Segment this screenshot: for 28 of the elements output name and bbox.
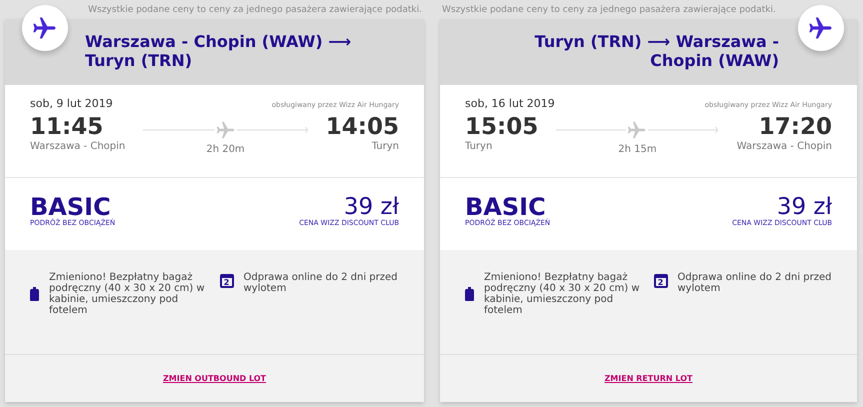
arrival-airport: Turyn bbox=[370, 141, 399, 152]
price: 39 zł bbox=[344, 195, 399, 219]
flight-duration: 2h 15m bbox=[618, 144, 657, 155]
departure-airport: Turyn bbox=[465, 141, 494, 152]
arrival-airport: Warszawa - Chopin bbox=[736, 141, 832, 152]
price-note: Wszystkie podane ceny to ceny za jednego pasażera zawierające podatki. bbox=[441, 4, 777, 17]
feature-text: Odprawa online do 2 dni przed wylotem bbox=[244, 272, 399, 294]
change-flight-link[interactable]: ZMIEN RETURN LOT bbox=[604, 374, 692, 383]
change-flight-link[interactable]: ZMIEN OUTBOUND LOT bbox=[162, 374, 266, 383]
fare-name: BASIC bbox=[465, 195, 546, 219]
calendar-icon: 2 bbox=[220, 274, 234, 288]
feature-text: Odprawa online do 2 dni przed wylotem bbox=[678, 272, 832, 294]
feature-text: Zmieniono! Bezpłatny bagaż podręczny (40 x 30 x 20 cm) w kabinie, umieszczony pod fotelem bbox=[484, 272, 641, 316]
feature-text: Zmieniono! Bezpłatny bagaż podręczny (40 x 30 x 20 cm) w kabinie, umieszczony pod fotelem bbox=[49, 272, 206, 316]
arrival-time: 17:20 bbox=[758, 113, 832, 141]
price: 39 zł bbox=[776, 195, 832, 219]
flight-duration: 2h 20m bbox=[206, 144, 245, 155]
flight-date: sob, 9 lut 2019 bbox=[30, 97, 113, 110]
route-title: Turyn (TRN) ⟶ Warszawa - Chopin (WAW) bbox=[534, 32, 779, 72]
flight-date: sob, 16 lut 2019 bbox=[465, 97, 555, 110]
departure-time: 15:05 bbox=[465, 113, 538, 141]
departure-time: 11:45 bbox=[30, 113, 104, 141]
price-note: Wszystkie podane ceny to ceny za jednego pasażera zawierające podatki. bbox=[87, 4, 423, 17]
fare-name: BASIC bbox=[30, 195, 111, 219]
arrival-time: 14:05 bbox=[326, 113, 399, 141]
departure-airport: Warszawa - Chopin bbox=[30, 141, 126, 152]
calendar-icon: 2 bbox=[654, 274, 668, 288]
route-title: Warszawa - Chopin (WAW) ⟶ Turyn (TRN) bbox=[85, 32, 352, 72]
